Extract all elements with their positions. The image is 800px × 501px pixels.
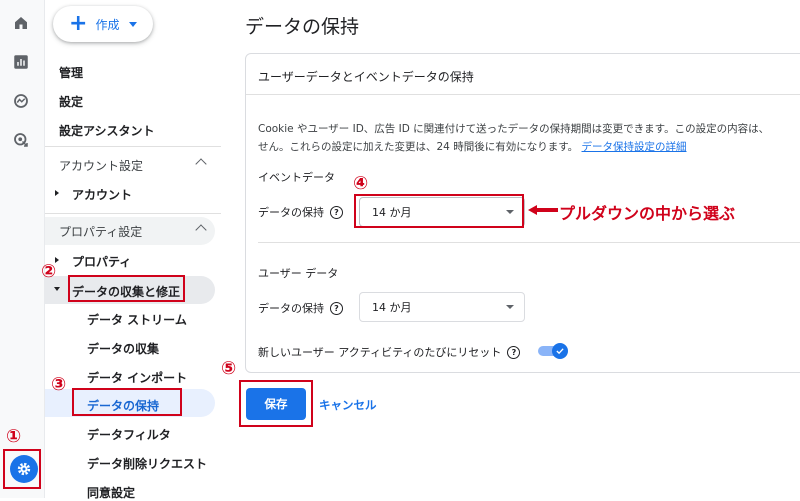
- help-icon[interactable]: ?: [507, 345, 521, 359]
- nav-item-setup-assistant[interactable]: 設定アシスタント: [59, 122, 155, 139]
- sub-item-data-collection[interactable]: データの収集: [87, 340, 159, 357]
- chevron-up-icon: [195, 224, 207, 236]
- user-retention-label: データの保持 ?: [258, 300, 343, 316]
- account-settings-section[interactable]: アカウント設定: [45, 151, 215, 179]
- expand-arrow-icon: [55, 190, 59, 196]
- highlight-data-collection: [68, 275, 185, 302]
- caret-down-icon: [506, 305, 514, 309]
- create-label: 作成: [95, 17, 120, 32]
- plus-icon: +: [69, 11, 88, 36]
- sub-item-data-streams[interactable]: データ ストリーム: [87, 311, 187, 328]
- user-retention-dropdown[interactable]: 14 か月: [359, 292, 525, 322]
- caret-down-icon: [129, 21, 138, 27]
- settings-gear-icon[interactable]: [10, 455, 38, 483]
- home-icon[interactable]: [10, 12, 32, 34]
- reset-on-activity-toggle[interactable]: [538, 343, 568, 359]
- retention-description: Cookie やユーザー ID、広告 ID に関連付けて送ったデータの保持期間は…: [258, 120, 800, 156]
- explore-icon[interactable]: [10, 90, 32, 112]
- property-settings-label: プロパティ設定: [59, 224, 143, 239]
- annotation-step-4: ④: [353, 173, 369, 194]
- nav-item-account[interactable]: アカウント: [72, 186, 132, 203]
- event-retention-label-text: データの保持: [258, 206, 324, 219]
- card-header: ユーザーデータとイベントデータの保持: [258, 70, 474, 84]
- sub-item-data-deletion[interactable]: データ削除リクエスト: [87, 455, 207, 472]
- annotation-step-1: ①: [6, 426, 22, 447]
- admin-nav: + 作成 管理 設定 設定アシスタント アカウント設定 アカウント プロパティ設…: [41, 0, 221, 501]
- advertising-icon[interactable]: [10, 129, 32, 151]
- highlight-data-retention: [72, 388, 182, 416]
- user-retention-label-text: データの保持: [258, 302, 324, 315]
- annotation-step-5: ⑤: [221, 358, 237, 379]
- annotation-step-3: ③: [51, 374, 67, 395]
- user-retention-value: 14 か月: [372, 301, 412, 314]
- check-icon: [552, 343, 568, 359]
- help-icon[interactable]: ?: [330, 301, 343, 315]
- create-button[interactable]: + 作成: [53, 6, 153, 42]
- cancel-button[interactable]: キャンセル: [319, 397, 377, 413]
- chevron-up-icon: [195, 158, 207, 170]
- nav-item-settings[interactable]: 設定: [59, 93, 83, 110]
- collapse-arrow-icon: [54, 287, 60, 291]
- reset-on-activity-text: 新しいユーザー アクティビティのたびにリセット: [258, 346, 502, 359]
- account-settings-label: アカウント設定: [59, 158, 144, 173]
- description-line-2: せん。これらの設定に加えた変更は、24 時間後に有効になります。 データ保持設定…: [258, 138, 800, 156]
- help-icon[interactable]: ?: [330, 205, 343, 219]
- sub-item-data-filters[interactable]: データフィルタ: [87, 426, 171, 443]
- description-line-1: Cookie やユーザー ID、広告 ID に関連付けて送ったデータの保持期間は…: [258, 123, 770, 135]
- event-data-heading: イベントデータ: [258, 171, 335, 184]
- arrow-left-icon: [528, 205, 558, 215]
- reset-on-activity-label: 新しいユーザー アクティビティのたびにリセット ?: [258, 344, 521, 360]
- property-settings-section[interactable]: プロパティ設定: [45, 217, 215, 245]
- page-title: データの保持: [245, 16, 360, 38]
- highlight-save-button: [239, 380, 313, 427]
- nav-item-property[interactable]: プロパティ: [72, 253, 131, 270]
- event-retention-label: データの保持 ?: [258, 204, 343, 220]
- nav-divider: [45, 213, 221, 214]
- sub-item-data-import[interactable]: データ インポート: [87, 369, 187, 386]
- user-data-heading: ユーザー データ: [258, 267, 339, 280]
- section-divider: [258, 242, 800, 243]
- sub-item-consent-settings[interactable]: 同意設定: [87, 484, 135, 501]
- reports-icon[interactable]: [10, 51, 32, 73]
- highlight-event-dropdown: [354, 194, 524, 228]
- settings-highlight: [3, 449, 41, 489]
- nav-item-admin[interactable]: 管理: [59, 64, 83, 81]
- icon-rail: [0, 0, 45, 498]
- card-divider: [246, 94, 800, 95]
- nav-divider: [45, 146, 221, 147]
- annotation-step-2: ②: [41, 261, 57, 282]
- description-line-2-text: せん。これらの設定に加えた変更は、24 時間後に有効になります。: [258, 141, 579, 153]
- dropdown-callout: プルダウンの中から選ぶ: [559, 204, 736, 223]
- retention-help-link[interactable]: データ保持設定の詳細: [582, 141, 687, 153]
